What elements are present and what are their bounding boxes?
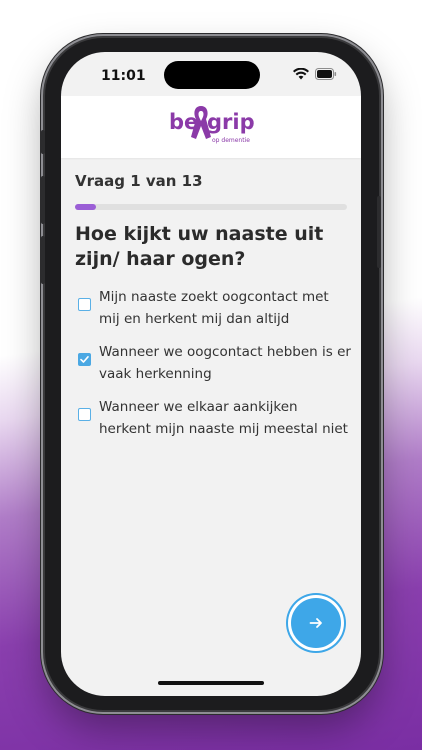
progress-bar: [75, 204, 347, 210]
answer-option-label: Wanneer we elkaar aankijken herkent mijn…: [99, 399, 348, 437]
checkbox-unchecked[interactable]: [78, 408, 91, 421]
check-icon: [80, 356, 89, 363]
side-button-power: [377, 196, 381, 268]
answer-option-3[interactable]: Wanneer we elkaar aankijken herkent mijn…: [75, 396, 351, 442]
wifi-icon: [293, 68, 309, 80]
side-button-volume-down: [41, 236, 45, 284]
app-screen: 11:01 be grip op dementie Vraag 1 van 13…: [61, 52, 361, 696]
next-button[interactable]: [291, 598, 341, 648]
dynamic-island: [164, 61, 260, 89]
side-button-volume-up: [41, 176, 45, 224]
answer-option-label: Wanneer we oogcontact hebben is er vaak …: [99, 344, 351, 382]
checkbox-unchecked[interactable]: [78, 298, 91, 311]
home-indicator: [158, 681, 264, 685]
app-header: be grip op dementie: [61, 96, 361, 158]
begrip-logo: be grip op dementie: [167, 104, 257, 144]
side-button-action: [41, 130, 45, 154]
status-time: 11:01: [101, 68, 146, 84]
logo-text-grip: grip: [207, 110, 255, 134]
question-title: Hoe kijkt uw naaste uit zijn/ haar ogen?: [75, 223, 324, 270]
answer-option-2[interactable]: Wanneer we oogcontact hebben is er vaak …: [75, 341, 351, 387]
checkbox-checked[interactable]: [78, 353, 91, 366]
arrow-right-icon: [309, 618, 322, 628]
battery-icon: [315, 68, 337, 80]
question-counter: Vraag 1 van 13: [75, 172, 203, 190]
answer-option-label: Mijn naaste zoekt oogcontact met mij en …: [99, 289, 329, 327]
progress-fill: [75, 204, 96, 210]
logo-tagline: op dementie: [212, 137, 250, 144]
answer-option-1[interactable]: Mijn naaste zoekt oogcontact met mij en …: [75, 286, 351, 332]
